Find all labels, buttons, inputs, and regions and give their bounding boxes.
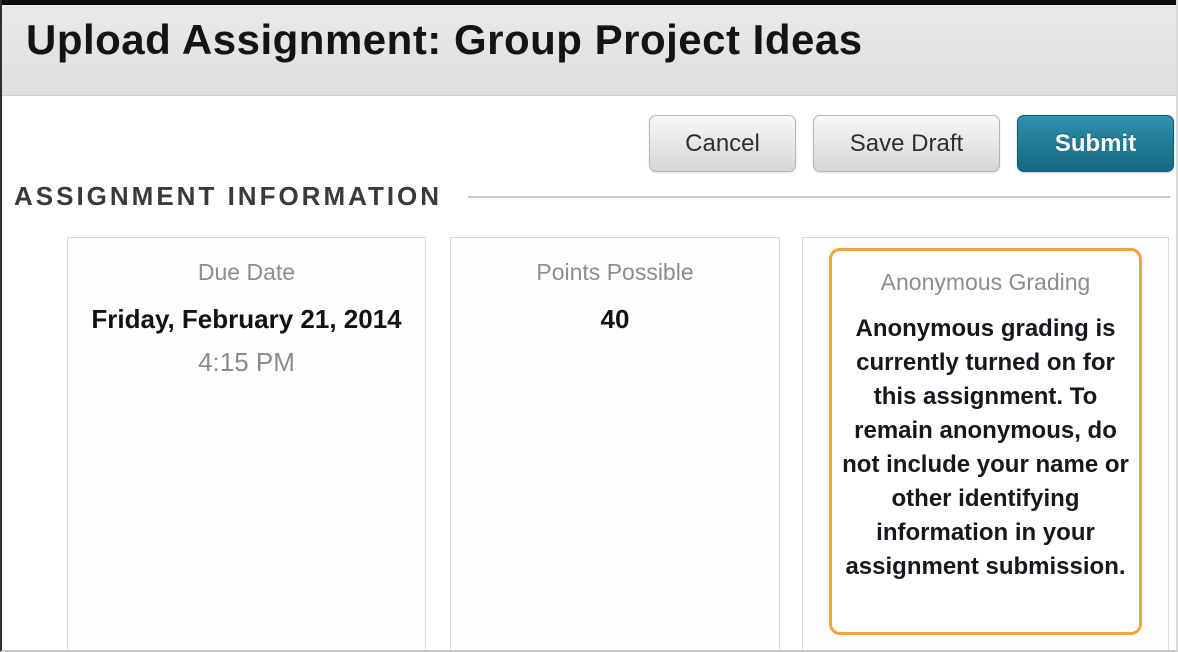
anonymous-grading-warning-box: Anonymous Grading Anonymous grading is c… bbox=[829, 248, 1142, 635]
upload-assignment-page: Upload Assignment: Group Project Ideas C… bbox=[0, 0, 1178, 652]
action-toolbar: Cancel Save Draft Submit bbox=[649, 115, 1174, 172]
page-header: Upload Assignment: Group Project Ideas bbox=[2, 5, 1176, 96]
anonymous-grading-label: Anonymous Grading bbox=[838, 269, 1133, 296]
anonymous-grading-message: Anonymous grading is currently turned on… bbox=[838, 312, 1133, 584]
anonymous-grading-card: Anonymous Grading Anonymous grading is c… bbox=[802, 237, 1169, 650]
due-date-value: Friday, February 21, 2014 bbox=[68, 304, 425, 335]
section-heading: ASSIGNMENT INFORMATION bbox=[14, 181, 442, 212]
section-divider-line bbox=[468, 196, 1170, 198]
page-title: Upload Assignment: Group Project Ideas bbox=[26, 16, 863, 64]
due-date-label: Due Date bbox=[68, 259, 425, 286]
assignment-information-section-header: ASSIGNMENT INFORMATION bbox=[14, 181, 1170, 212]
due-date-card: Due Date Friday, February 21, 2014 4:15 … bbox=[67, 237, 426, 650]
points-possible-value: 40 bbox=[451, 304, 779, 335]
cancel-button[interactable]: Cancel bbox=[649, 115, 796, 172]
points-possible-label: Points Possible bbox=[451, 259, 779, 286]
submit-button[interactable]: Submit bbox=[1017, 115, 1174, 172]
points-possible-card: Points Possible 40 bbox=[450, 237, 780, 650]
save-draft-button[interactable]: Save Draft bbox=[813, 115, 1000, 172]
due-time-value: 4:15 PM bbox=[68, 347, 425, 378]
